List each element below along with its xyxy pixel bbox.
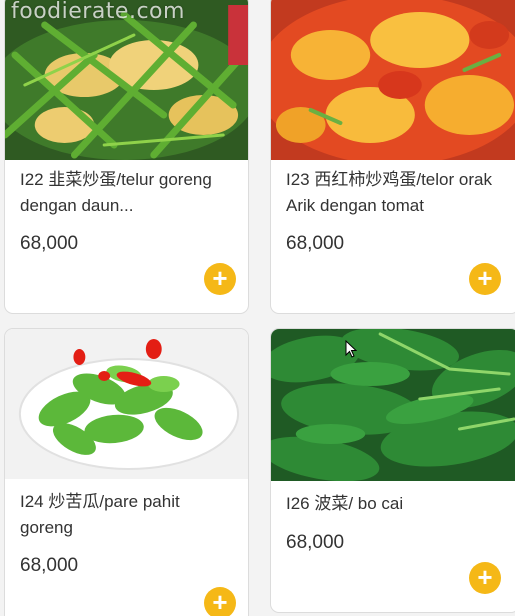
item-price: 68,000 <box>20 233 79 254</box>
food-image <box>5 329 248 479</box>
add-to-cart-button[interactable]: + <box>469 263 501 295</box>
add-to-cart-button[interactable]: + <box>204 263 236 295</box>
item-price: 68,000 <box>286 532 345 553</box>
item-price: 68,000 <box>20 555 79 576</box>
mouse-cursor-icon <box>345 340 357 358</box>
menu-item-card[interactable]: I26 波菜/ bo cai 68,000 + <box>270 328 515 613</box>
food-image <box>271 0 515 160</box>
menu-grid: foodierate.com I22 韭菜炒蛋/telur goreng den… <box>0 0 515 616</box>
add-to-cart-button[interactable]: + <box>469 562 501 594</box>
item-price: 68,000 <box>286 233 345 254</box>
add-to-cart-button[interactable]: + <box>204 587 236 616</box>
menu-item-card[interactable]: I23 西红柿炒鸡蛋/telor orak Arik dengan tomat … <box>270 0 515 314</box>
item-title: I22 韭菜炒蛋/telur goreng dengan daun... <box>20 170 212 215</box>
plus-icon: + <box>477 263 493 293</box>
plus-icon: + <box>212 263 228 293</box>
item-title: I23 西红柿炒鸡蛋/telor orak Arik dengan tomat <box>286 170 492 215</box>
menu-item-card[interactable]: I24 炒苦瓜/pare pahit goreng 68,000 + <box>4 328 249 616</box>
plus-icon: + <box>477 562 493 592</box>
plus-icon: + <box>212 587 228 616</box>
menu-item-card[interactable]: foodierate.com I22 韭菜炒蛋/telur goreng den… <box>4 0 249 314</box>
item-title: I24 炒苦瓜/pare pahit goreng <box>20 492 180 537</box>
food-image: foodierate.com <box>5 0 248 160</box>
watermark-text: foodierate.com <box>11 0 185 24</box>
food-image <box>271 329 515 481</box>
item-title: I26 波菜/ bo cai <box>286 494 404 513</box>
